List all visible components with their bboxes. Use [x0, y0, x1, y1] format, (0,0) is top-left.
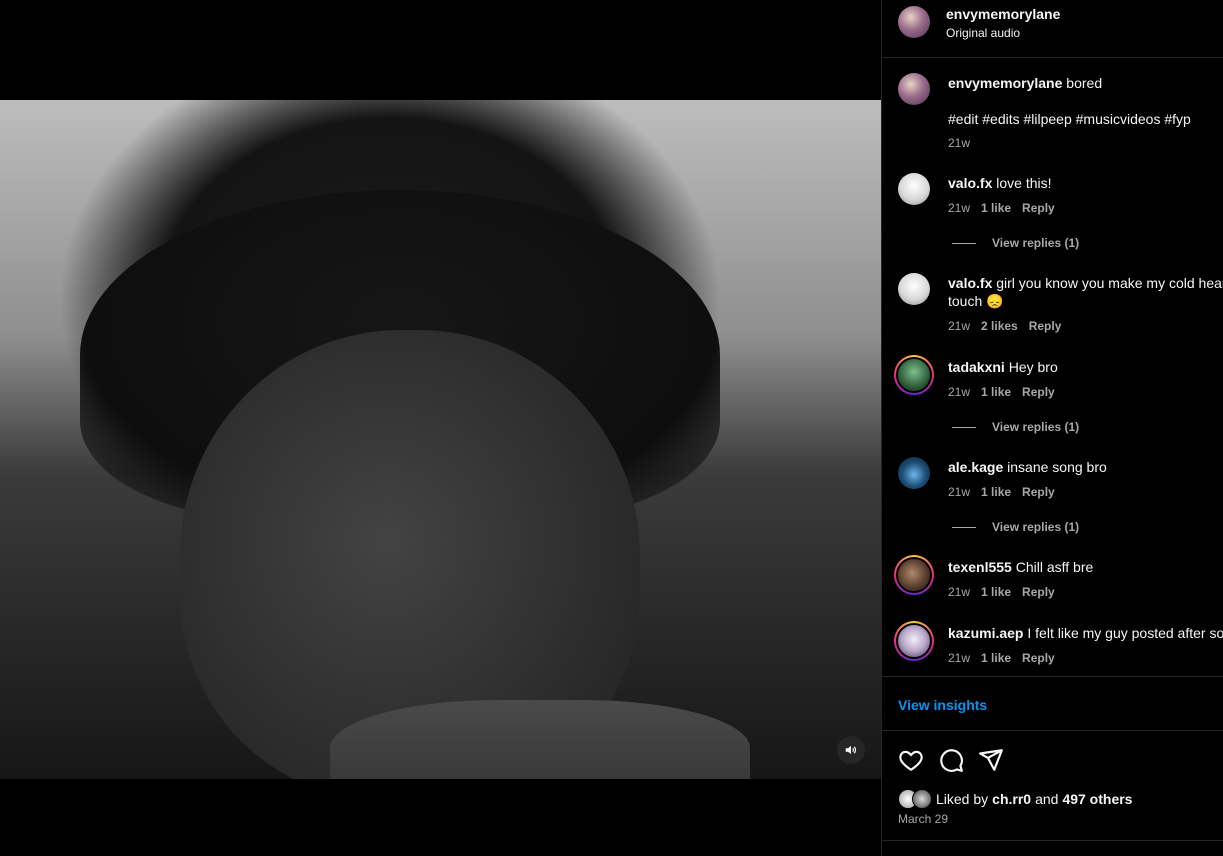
- comment-text: insane song bro: [1007, 459, 1107, 475]
- comment-likes[interactable]: 1 like: [981, 585, 1011, 599]
- caption-time: 21w: [948, 136, 971, 150]
- replies-line: [952, 243, 976, 245]
- comment-meta: 21w 2 likes Reply: [948, 319, 1072, 333]
- comment-avatar: [896, 357, 932, 393]
- comment-avatar: [896, 557, 932, 593]
- reply-button[interactable]: Reply: [1022, 485, 1055, 499]
- reply-button[interactable]: Reply: [1022, 201, 1055, 215]
- caption-meta: 21w: [948, 136, 981, 150]
- comment-avatar[interactable]: [898, 457, 930, 489]
- audio-label[interactable]: Original audio: [946, 26, 1020, 40]
- comment-likes[interactable]: 1 like: [981, 201, 1011, 215]
- comment-likes[interactable]: 1 like: [981, 485, 1011, 499]
- comment-likes[interactable]: 2 likes: [981, 319, 1018, 333]
- comment-avatar[interactable]: [898, 173, 930, 205]
- comment-time: 21w: [948, 319, 971, 333]
- comment-text: I felt like my guy posted after so: [1027, 625, 1223, 641]
- author-avatar[interactable]: [898, 6, 930, 38]
- replies-line: [952, 427, 976, 429]
- view-replies-button[interactable]: View replies (1): [952, 236, 1079, 250]
- caption: envymemorylane bored: [948, 74, 1102, 92]
- comment-likes[interactable]: 1 like: [981, 385, 1011, 399]
- comment-meta: 21w 1 like Reply: [948, 651, 1066, 665]
- comment-username[interactable]: kazumi.aep: [948, 625, 1023, 641]
- author-username[interactable]: envymemorylane: [946, 6, 1060, 22]
- post-header: envymemorylane Original audio: [882, 0, 1223, 58]
- section-divider: [882, 840, 1223, 841]
- comment-meta: 21w 1 like Reply: [948, 585, 1066, 599]
- comment-username[interactable]: ale.kage: [948, 459, 1003, 475]
- comment-meta: 21w 1 like Reply: [948, 201, 1066, 215]
- story-ring[interactable]: [894, 355, 934, 395]
- comment-avatar: [896, 623, 932, 659]
- liked-user[interactable]: ch.rr0: [992, 791, 1031, 807]
- comment-likes[interactable]: 1 like: [981, 651, 1011, 665]
- comment-text: Hey bro: [1008, 359, 1058, 375]
- comment-text-continued: touch 😞: [948, 293, 1004, 309]
- liked-others[interactable]: 497 others: [1062, 791, 1132, 807]
- caption-username[interactable]: envymemorylane: [948, 75, 1062, 91]
- video-collar-shape: [330, 700, 750, 779]
- liked-by: Liked by ch.rr0 and 497 others: [898, 789, 1132, 809]
- comment: ale.kage insane song bro: [948, 458, 1107, 476]
- caption-text: bored: [1066, 75, 1103, 91]
- comment-username[interactable]: texenl555: [948, 559, 1012, 575]
- section-divider: [882, 730, 1223, 731]
- comment-text: love this!: [996, 175, 1052, 191]
- comment-meta: 21w 1 like Reply: [948, 385, 1066, 399]
- replies-line: [952, 527, 976, 529]
- section-divider: [882, 676, 1223, 677]
- comment-time: 21w: [948, 585, 971, 599]
- comment: texenl555 Chill asff bre: [948, 558, 1093, 576]
- story-ring[interactable]: [894, 555, 934, 595]
- comment-avatar[interactable]: [898, 273, 930, 305]
- comment-icon[interactable]: [938, 747, 964, 773]
- liked-prefix: Liked by: [936, 791, 989, 807]
- comment-username[interactable]: tadakxni: [948, 359, 1005, 375]
- speaker-icon: [845, 745, 857, 755]
- comment: valo.fx love this!: [948, 174, 1052, 192]
- comments-panel: envymemorylane Original audio envymemory…: [882, 0, 1223, 856]
- story-ring[interactable]: [894, 621, 934, 661]
- liked-and: and: [1035, 791, 1059, 807]
- comment-text: girl you know you make my cold heart: [996, 275, 1223, 291]
- comment-time: 21w: [948, 485, 971, 499]
- caption-avatar[interactable]: [898, 73, 930, 105]
- comment: valo.fx girl you know you make my cold h…: [948, 274, 1223, 292]
- caption-hashtags[interactable]: #edit #edits #lilpeep #musicvideos #fyp: [948, 110, 1191, 128]
- comment-meta: 21w 1 like Reply: [948, 485, 1066, 499]
- comment: kazumi.aep I felt like my guy posted aft…: [948, 624, 1223, 642]
- reply-button[interactable]: Reply: [1022, 585, 1055, 599]
- reply-button[interactable]: Reply: [1029, 319, 1062, 333]
- view-insights-link[interactable]: View insights: [898, 697, 987, 713]
- comment-username[interactable]: valo.fx: [948, 275, 992, 291]
- liker-avatar: [912, 789, 932, 809]
- view-replies-button[interactable]: View replies (1): [952, 420, 1079, 434]
- volume-button[interactable]: [837, 736, 865, 764]
- send-icon[interactable]: [978, 747, 1004, 773]
- comment-time: 21w: [948, 385, 971, 399]
- view-replies-button[interactable]: View replies (1): [952, 520, 1079, 534]
- media-pane: [0, 0, 881, 856]
- comment-text: Chill asff bre: [1015, 559, 1094, 575]
- comment: tadakxni Hey bro: [948, 358, 1058, 376]
- post-date[interactable]: March 29: [898, 812, 948, 826]
- heart-icon[interactable]: [898, 747, 924, 773]
- comment-username[interactable]: valo.fx: [948, 175, 992, 191]
- post-video[interactable]: [0, 100, 881, 779]
- view-replies-label: View replies (1): [992, 520, 1080, 534]
- reply-button[interactable]: Reply: [1022, 385, 1055, 399]
- view-replies-label: View replies (1): [992, 236, 1080, 250]
- comment-time: 21w: [948, 651, 971, 665]
- comment-time: 21w: [948, 201, 971, 215]
- reply-button[interactable]: Reply: [1022, 651, 1055, 665]
- view-replies-label: View replies (1): [992, 420, 1080, 434]
